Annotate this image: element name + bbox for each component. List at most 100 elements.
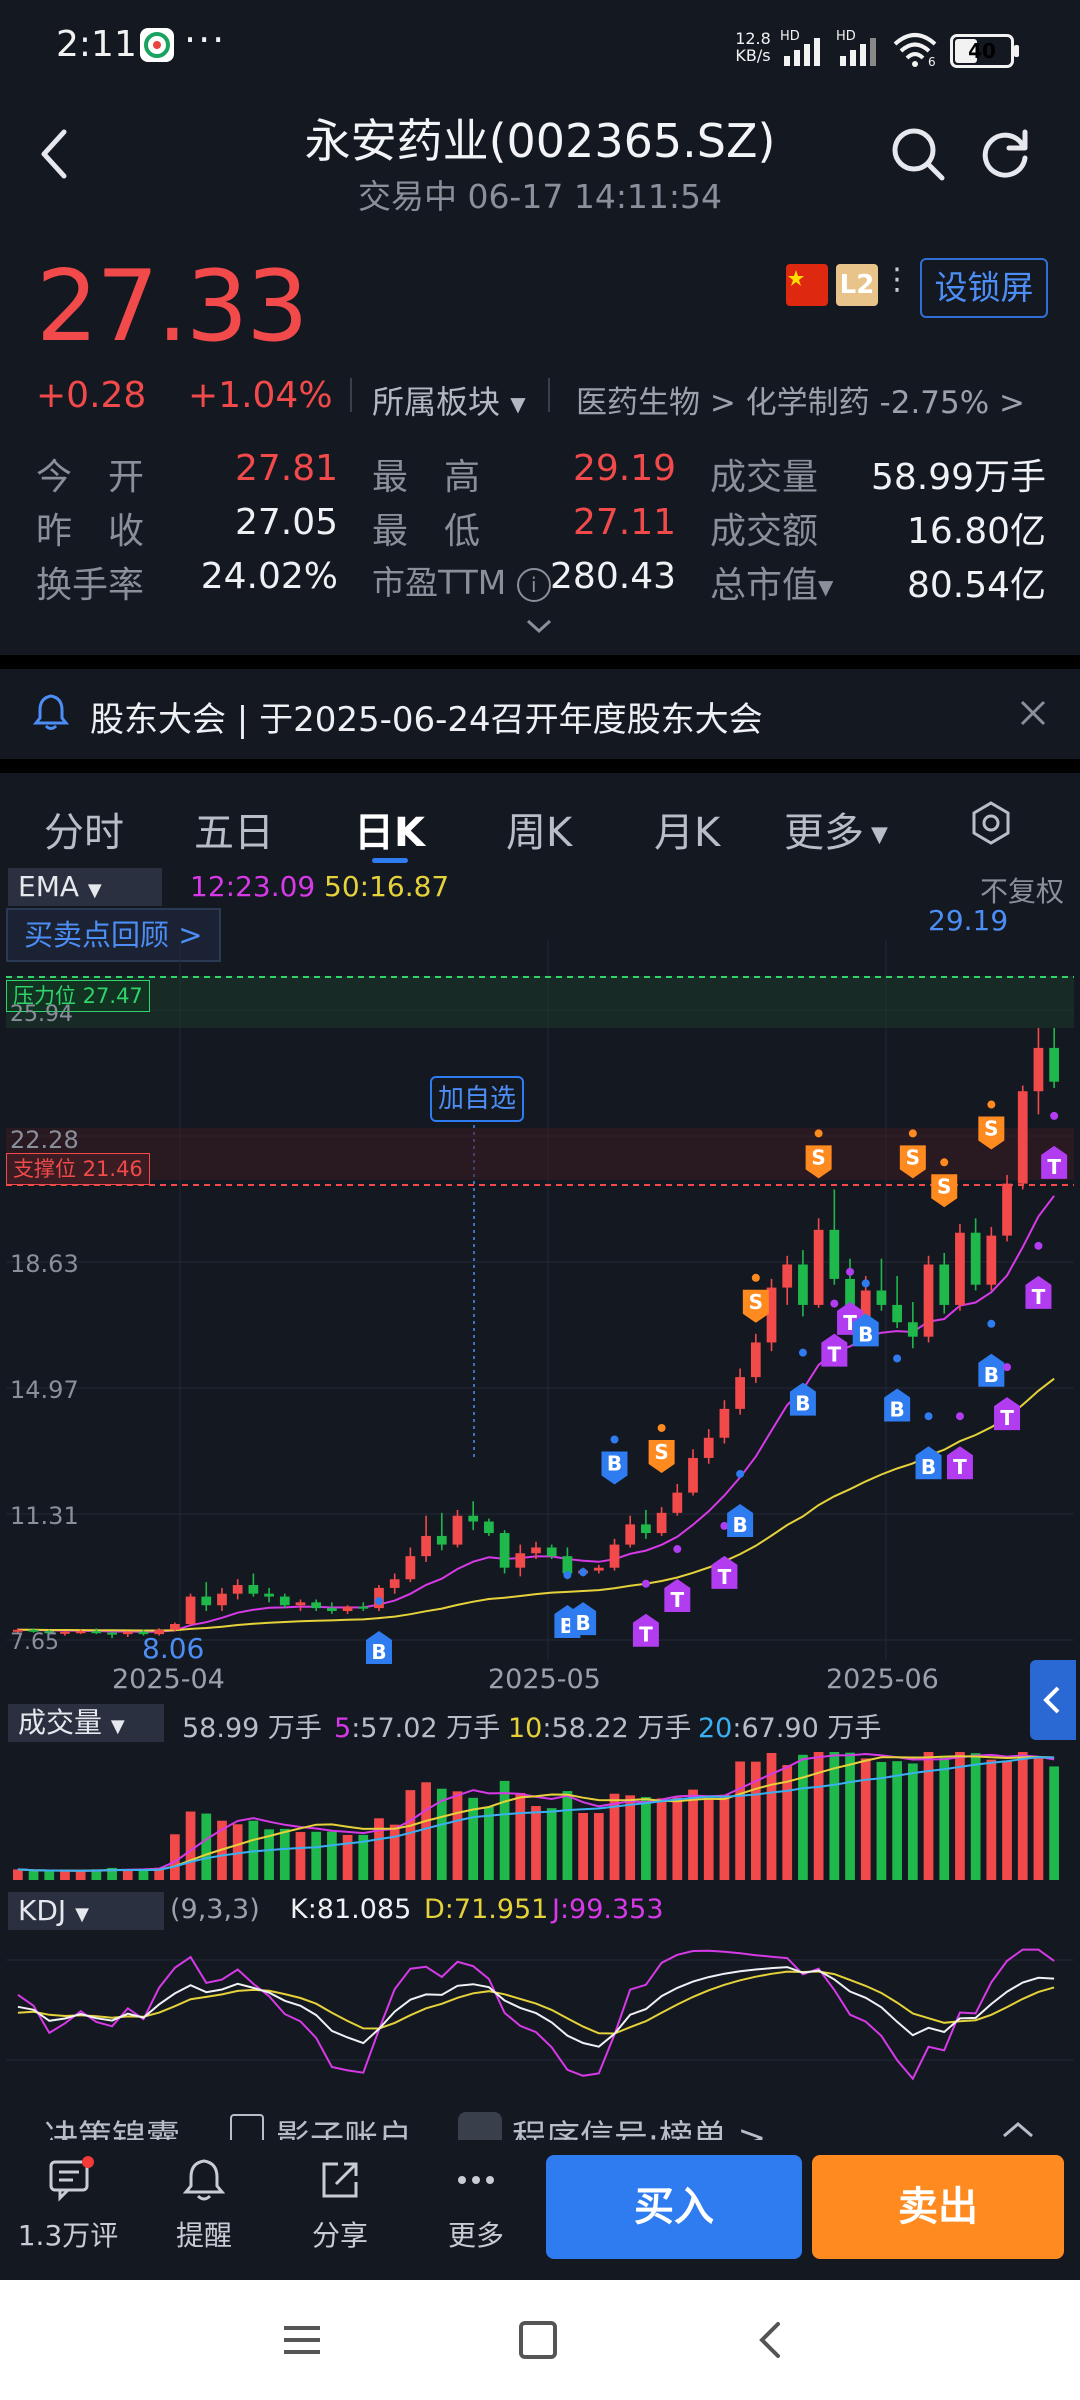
label-turnover: 成交额 — [710, 511, 819, 552]
signal-B[interactable]: B — [789, 1348, 816, 1416]
candle-body — [389, 1579, 400, 1588]
signal-B[interactable]: B — [570, 1568, 597, 1636]
tab-five-day[interactable]: 五日 — [194, 800, 274, 858]
volume-bar — [970, 1753, 981, 1880]
label-market-cap-text: 总市值 — [710, 565, 819, 606]
pressure-zone — [6, 976, 1074, 1028]
add-watchlist-marker[interactable]: 加自选 — [430, 1076, 525, 1122]
tab-daily-k[interactable]: 日K — [354, 800, 425, 858]
volume-bar — [1002, 1760, 1012, 1880]
share-icon — [322, 2162, 358, 2198]
ema50-value: 50:16.87 — [324, 870, 450, 903]
label-turnover-rate: 换手率 — [36, 565, 145, 606]
signal-B[interactable]: B — [727, 1469, 754, 1537]
volume-bar — [939, 1757, 950, 1880]
tab-monthly-k[interactable]: 月K — [654, 800, 720, 858]
volume-chart — [12, 1752, 1060, 1880]
candle-body — [1033, 1047, 1044, 1092]
candle-body — [217, 1593, 227, 1606]
label-prev-close: 昨 收 — [36, 511, 145, 552]
volume-bar — [955, 1752, 965, 1880]
level2-badge[interactable]: L2 — [836, 264, 878, 306]
candle-body — [327, 1608, 337, 1612]
chevron-up-icon[interactable] — [998, 2116, 1038, 2140]
settings-icon[interactable] — [968, 800, 1014, 850]
back-nav-icon[interactable] — [752, 2318, 788, 2362]
candle-body — [421, 1535, 431, 1557]
tab-more[interactable]: 更多 ▼ — [784, 800, 888, 858]
volume-bar — [719, 1794, 730, 1880]
candle-body — [248, 1585, 259, 1594]
search-icon[interactable] — [888, 124, 948, 188]
ema12-value: 12:23.09 — [190, 870, 316, 903]
expand-chevron-icon[interactable] — [524, 616, 554, 640]
signal-S[interactable]: S — [978, 1100, 1005, 1150]
volume-selector[interactable]: 成交量 ▼ — [8, 1704, 164, 1742]
home-icon[interactable] — [516, 2318, 560, 2362]
value-open: 27.81 — [234, 448, 338, 489]
caret-down-icon: ▼ — [864, 822, 888, 848]
caret-down-icon: ▼ — [510, 392, 526, 416]
close-icon[interactable] — [1018, 698, 1048, 732]
strip-shadow-account[interactable]: 影子账户 — [276, 2110, 412, 2140]
tab-weekly-k[interactable]: 周K — [506, 800, 572, 858]
signal-T[interactable]: T — [1025, 1241, 1052, 1309]
tool-strip: 决策锦囊 影子账户 程序信号·榜单 > — [0, 2106, 1080, 2140]
volume-bar — [295, 1832, 306, 1880]
separator — [0, 655, 1080, 669]
candlestick-chart[interactable]: BB BB STTTBSBSTT BBSSB TBTSTT — [0, 900, 1080, 1700]
china-flag-icon — [786, 264, 828, 306]
kdj-selector[interactable]: KDJ ▼ — [8, 1892, 164, 1930]
candle-body — [75, 1631, 86, 1634]
badge-menu-icon[interactable]: ⋮ — [882, 262, 912, 297]
refresh-icon[interactable] — [975, 124, 1035, 188]
sector-path-link[interactable]: 医药生物 > 化学制药 -2.75% > — [576, 377, 1025, 422]
signal-S[interactable]: S — [742, 1273, 769, 1323]
svg-text:B: B — [921, 1455, 936, 1479]
label-pe-text: 市盈TTM — [372, 563, 507, 602]
volume-bar — [546, 1808, 557, 1880]
app-notification-icon — [140, 28, 174, 62]
candle-body — [719, 1408, 730, 1438]
svg-text:S: S — [654, 1440, 668, 1464]
candle-body — [986, 1235, 997, 1285]
svg-text:B: B — [795, 1392, 810, 1416]
kdj-j: J:99.353 — [552, 1894, 664, 1925]
strip-decision[interactable]: 决策锦囊 — [44, 2110, 180, 2140]
signal-B[interactable]: B — [915, 1412, 942, 1480]
volume-bar — [452, 1791, 463, 1880]
volume-label: 成交量 — [18, 1706, 103, 1739]
tab-intraday[interactable]: 分时 — [44, 800, 124, 858]
volume-bar — [578, 1812, 588, 1880]
signal-B[interactable]: B — [601, 1435, 628, 1485]
candle-body — [311, 1602, 322, 1609]
side-panel-toggle[interactable] — [1030, 1660, 1076, 1740]
signal-icon-2: HD — [836, 29, 884, 72]
volume-bar — [60, 1871, 70, 1880]
signal-S[interactable]: S — [648, 1423, 675, 1473]
sector-dropdown[interactable]: 所属板块 ▼ — [372, 377, 526, 423]
candle-body — [91, 1631, 102, 1634]
menu-icon[interactable] — [280, 2320, 324, 2360]
label-market-cap[interactable]: 总市值▼ — [710, 556, 833, 608]
signal-T[interactable]: T — [632, 1579, 659, 1647]
buy-button[interactable]: 买入 — [546, 2155, 802, 2259]
candle-body — [264, 1593, 274, 1597]
strip-program-signal[interactable]: 程序信号·榜单 > — [512, 2110, 766, 2140]
kdj-k: K:81.085 — [290, 1894, 412, 1925]
volume-bar — [169, 1834, 180, 1880]
label-pe-ttm: 市盈TTM i — [372, 556, 551, 604]
volume-bar — [860, 1758, 871, 1880]
kdj-chart — [6, 1948, 1074, 2081]
lock-screen-button[interactable]: 设锁屏 — [920, 258, 1048, 318]
candle-body — [546, 1547, 557, 1557]
volume-bar — [515, 1792, 526, 1880]
signal-B[interactable]: B — [978, 1319, 1005, 1387]
indicator-label: EMA — [18, 870, 80, 903]
support-label: 支撑位 21.46 — [6, 1153, 150, 1185]
candle-body — [468, 1515, 479, 1522]
sell-button[interactable]: 卖出 — [812, 2155, 1064, 2259]
svg-text:T: T — [718, 1565, 732, 1589]
price-change-pct: +1.04% — [188, 375, 333, 416]
svg-text:B: B — [732, 1513, 747, 1537]
